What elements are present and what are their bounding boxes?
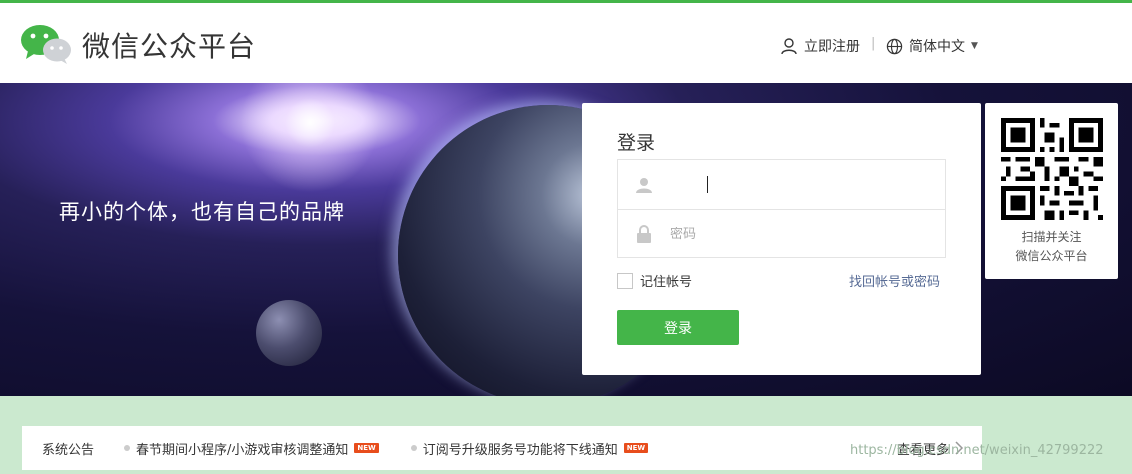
wechat-logo[interactable] [20,23,72,65]
remember-account[interactable]: 记住帐号 [617,271,692,290]
register-label: 立即注册 [804,39,860,55]
moon-image [256,300,322,366]
brand-title: 微信公众平台 [82,30,257,63]
lock-icon [618,225,670,243]
new-badge: NEW [623,443,649,453]
notice-bar: 系统公告 春节期间小程序/小游戏审核调整通知 NEW 订阅号升级服务号功能将下线… [22,426,982,470]
login-button[interactable]: 登录 [617,310,739,345]
qr-code [1001,118,1103,220]
globe-icon [886,38,903,54]
remember-label: 记住帐号 [640,275,693,290]
qr-caption-line1: 扫描并关注 [1021,230,1082,244]
notice-area: 系统公告 春节期间小程序/小游戏审核调整通知 NEW 订阅号升级服务号功能将下线… [0,396,1132,474]
header-separator: | [871,36,876,51]
password-field [618,209,945,258]
qr-caption: 扫描并关注 微信公众平台 [985,228,1118,266]
login-panel: 登录 记住帐号 找回帐号或密码 登录 [582,103,981,375]
login-form [617,159,946,258]
qr-panel: 扫描并关注 微信公众平台 [985,103,1118,279]
banner-slogan: 再小的个体，也有自己的品牌 [59,200,345,224]
remember-checkbox[interactable] [617,272,633,289]
chevron-down-icon: ▼ [971,41,978,51]
notice-item[interactable]: 春节期间小程序/小游戏审核调整通知 NEW [124,439,379,458]
header: 微信公众平台 立即注册 | 简体中文 ▼ [0,3,1132,83]
bullet-dot [410,445,417,451]
notice-item[interactable]: 订阅号升级服务号功能将下线通知 NEW [410,439,649,458]
notice-text: 春节期间小程序/小游戏审核调整通知 [136,442,349,458]
account-field [618,160,945,209]
star-glow [240,83,380,193]
watermark: https://blog.csdn.net/weixin_42799222 [850,443,1104,458]
register-link[interactable]: 立即注册 [780,36,860,56]
password-input[interactable] [670,226,920,242]
user-icon [618,176,670,194]
language-label: 简体中文 [909,39,965,55]
language-selector[interactable]: 简体中文 ▼ [886,36,978,56]
text-cursor [707,176,708,193]
notice-label: 系统公告 [42,442,95,458]
bullet-dot [124,445,131,451]
login-title: 登录 [617,132,656,154]
user-icon [781,38,797,55]
notice-text: 订阅号升级服务号功能将下线通知 [422,442,618,458]
qr-caption-line2: 微信公众平台 [1015,249,1088,263]
new-badge: NEW [354,443,379,453]
forgot-password-link[interactable]: 找回帐号或密码 [849,271,940,290]
